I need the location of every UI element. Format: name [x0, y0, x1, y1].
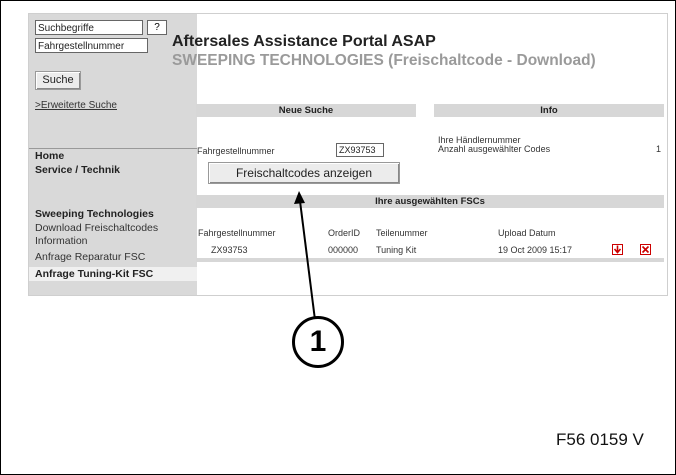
- figure-code: F56 0159 V: [556, 430, 644, 449]
- callout-marker: 1: [292, 316, 344, 368]
- callout-arrow: [294, 191, 316, 321]
